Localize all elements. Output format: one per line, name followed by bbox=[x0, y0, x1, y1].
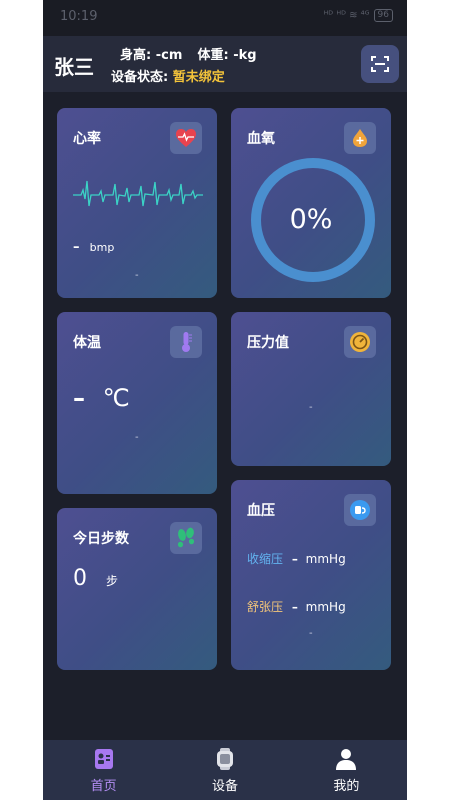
systolic-label: 收缩压 bbox=[247, 552, 284, 566]
stress-title: 压力值 bbox=[247, 335, 289, 351]
heart-rate-card[interactable]: 心率 – bmp - bbox=[57, 108, 217, 298]
battery-icon: 96 bbox=[373, 9, 393, 22]
temperature-card[interactable]: 体温 – ℃ - bbox=[57, 312, 217, 494]
weight-label: 体重: bbox=[197, 48, 229, 63]
blood-pressure-icon-box bbox=[344, 494, 376, 526]
temperature-icon-box bbox=[170, 326, 202, 358]
heart-rate-icon-box bbox=[170, 122, 202, 154]
person-icon bbox=[336, 749, 357, 770]
watch-icon bbox=[216, 748, 233, 770]
blood-oxygen-card[interactable]: 血氧 0% bbox=[231, 108, 391, 298]
tab-home[interactable]: 首页 bbox=[43, 740, 164, 800]
user-name: 张三 bbox=[54, 55, 94, 79]
heart-icon bbox=[176, 129, 196, 147]
bottom-tab-bar: 首页 设备 我的 bbox=[43, 740, 407, 800]
temperature-title: 体温 bbox=[73, 335, 101, 351]
blood-oxygen-title: 血氧 bbox=[247, 131, 275, 147]
app-screen: 10:19 ᴴᴰ ᴴᴰ ≋ ⁴ᴳ 96 张三 身高: -cm 体重: -kg 设… bbox=[43, 0, 407, 800]
blood-oxygen-value: 0% bbox=[289, 204, 333, 235]
steps-unit: 步 bbox=[106, 574, 119, 588]
device-status-label: 设备状态: bbox=[111, 70, 169, 85]
height-value: -cm bbox=[155, 48, 183, 63]
status-time: 10:19 bbox=[60, 9, 98, 24]
profile-header: 张三 身高: -cm 体重: -kg 设备状态: 暂未绑定 bbox=[43, 36, 407, 92]
heart-rate-unit: bmp bbox=[89, 241, 115, 254]
diastolic-label: 舒张压 bbox=[247, 600, 284, 614]
diastolic-value: – bbox=[291, 600, 298, 614]
tab-device-label: 设备 bbox=[211, 779, 238, 794]
home-card-icon bbox=[94, 749, 113, 769]
weight-value: -kg bbox=[233, 48, 257, 63]
stress-icon-box bbox=[344, 326, 376, 358]
steps-value: 0 bbox=[73, 566, 87, 591]
temperature-footer: - bbox=[135, 432, 139, 443]
steps-card[interactable]: 今日步数 0 步 bbox=[57, 508, 217, 670]
footprints-icon bbox=[177, 527, 195, 548]
heart-rate-footer: - bbox=[135, 270, 139, 281]
systolic-unit: mmHg bbox=[305, 552, 346, 566]
height-label: 身高: bbox=[120, 48, 152, 63]
stress-card[interactable]: 压力值 - bbox=[231, 312, 391, 466]
status-bar: 10:19 ᴴᴰ ᴴᴰ ≋ ⁴ᴳ 96 bbox=[43, 0, 407, 36]
blood-pressure-icon bbox=[350, 500, 370, 520]
temperature-value: – bbox=[73, 384, 85, 412]
device-status: 设备状态: 暂未绑定 bbox=[111, 66, 225, 85]
heart-rate-value: – bbox=[73, 240, 80, 255]
thermometer-icon bbox=[182, 332, 192, 352]
blood-pressure-title: 血压 bbox=[247, 503, 275, 519]
body-metrics: 身高: -cm 体重: -kg bbox=[120, 44, 257, 63]
stress-footer: - bbox=[309, 402, 313, 413]
temperature-unit: ℃ bbox=[102, 384, 130, 412]
status-icons: ᴴᴰ ᴴᴰ ≋ ⁴ᴳ 96 bbox=[324, 9, 393, 22]
systolic-value: – bbox=[291, 552, 298, 566]
heart-rate-title: 心率 bbox=[73, 131, 101, 147]
tab-mine-label: 我的 bbox=[333, 779, 360, 794]
drop-icon bbox=[353, 129, 367, 147]
scan-button[interactable] bbox=[361, 45, 399, 83]
blood-oxygen-icon-box bbox=[344, 122, 376, 154]
gauge-icon bbox=[350, 332, 370, 352]
blood-pressure-card[interactable]: 血压 收缩压 – mmHg 舒张压 – mmHg - bbox=[231, 480, 391, 670]
steps-icon-box bbox=[170, 522, 202, 554]
scan-icon bbox=[371, 56, 389, 72]
tab-home-label: 首页 bbox=[90, 779, 117, 794]
tab-mine[interactable]: 我的 bbox=[286, 740, 407, 800]
blood-pressure-footer: - bbox=[309, 628, 313, 639]
diastolic-unit: mmHg bbox=[305, 600, 346, 614]
tab-device[interactable]: 设备 bbox=[164, 740, 285, 800]
steps-title: 今日步数 bbox=[73, 531, 129, 547]
signal-wifi-icons: ᴴᴰ ᴴᴰ ≋ ⁴ᴳ bbox=[323, 10, 370, 21]
ecg-waveform bbox=[73, 180, 203, 207]
device-status-value: 暂未绑定 bbox=[172, 70, 225, 85]
